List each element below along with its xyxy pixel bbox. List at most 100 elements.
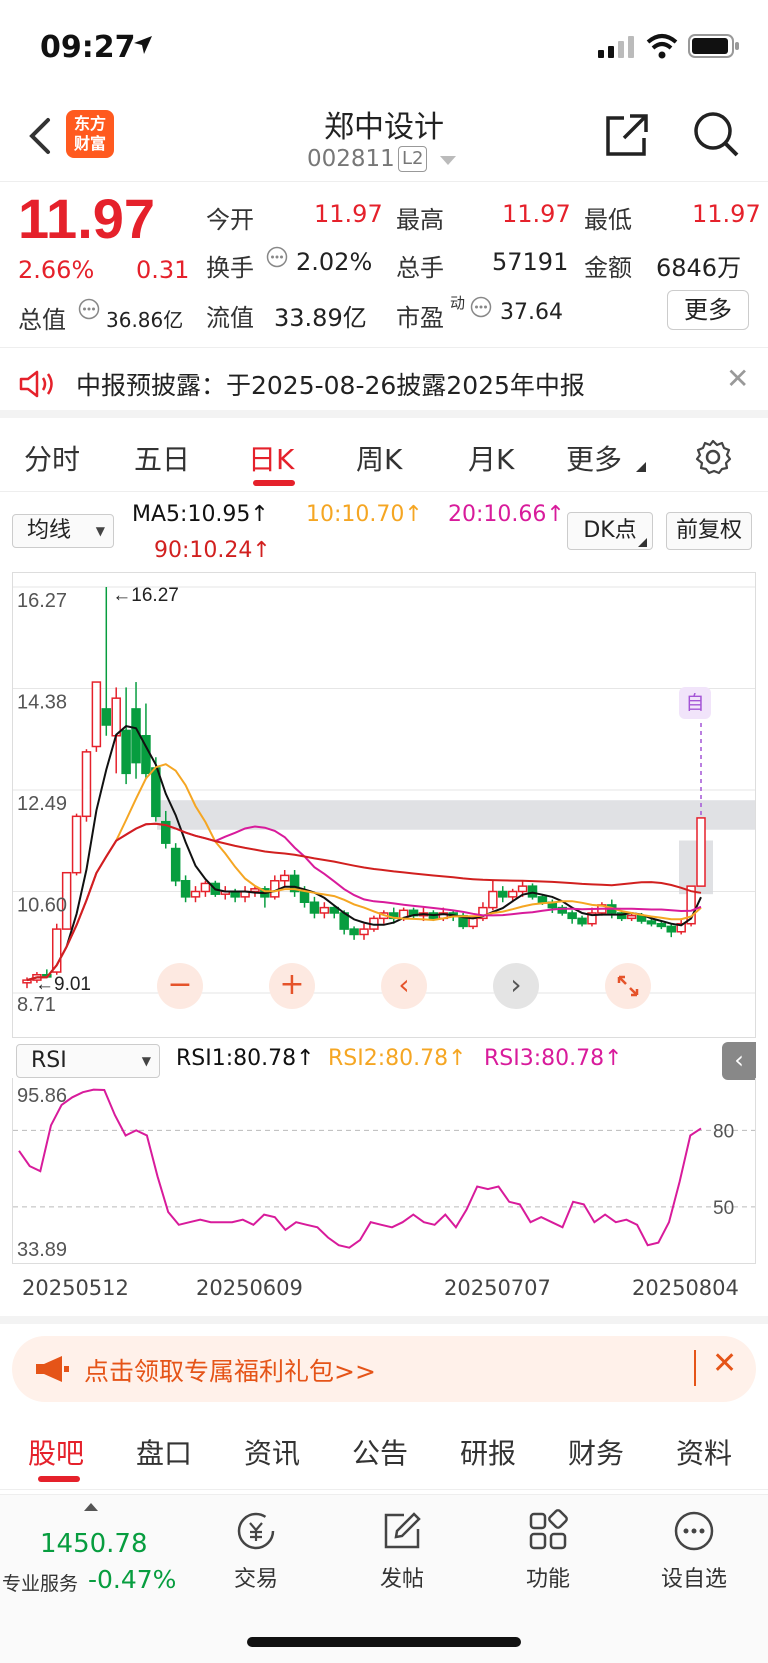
gear-icon[interactable] <box>694 438 732 476</box>
tab-announcements[interactable]: 公告 <box>352 1432 408 1472</box>
rsi2-value: RSI2:80.78↑ <box>328 1046 467 1071</box>
tab-intraday[interactable]: 分时 <box>24 438 80 478</box>
tab-research[interactable]: 研报 <box>460 1432 516 1472</box>
search-icon[interactable] <box>692 110 740 158</box>
float-cap-value: 33.89亿 <box>274 304 367 332</box>
more-caret-icon <box>636 462 646 472</box>
ma90-value: 90:10.24↑ <box>154 538 271 563</box>
date-tick: 20250804 <box>632 1276 739 1300</box>
candle-body <box>81 751 92 818</box>
low-value: 11.97 <box>692 200 761 228</box>
candle-body <box>250 888 260 893</box>
pan-left-button[interactable]: ‹ <box>381 963 427 1009</box>
collapse-panel-button[interactable]: ‹ <box>722 1042 756 1080</box>
candle-body <box>91 681 102 748</box>
candle-body <box>121 729 131 775</box>
tab-pankou[interactable]: 盘口 <box>136 1432 192 1472</box>
share-icon[interactable] <box>604 112 650 158</box>
trade-button[interactable]: 交易 <box>196 1509 316 1593</box>
level2-badge[interactable]: L2 <box>398 146 428 172</box>
y-tick-label: 12.49 <box>17 793 67 815</box>
candle-body <box>180 880 191 898</box>
candle-body <box>498 890 508 898</box>
candle-body <box>517 885 528 893</box>
turnover-value: 2.02% <box>296 248 373 276</box>
candle-body <box>279 874 290 882</box>
dropdown-caret-icon[interactable] <box>440 156 456 166</box>
rsi1-value: RSI1:80.78↑ <box>176 1046 315 1071</box>
y-tick-label: 14.38 <box>17 692 67 714</box>
tab-more[interactable]: 更多 <box>566 438 622 478</box>
tab-five-day[interactable]: 五日 <box>134 438 190 478</box>
rsi-svg[interactable]: 80 50 95.86 33.89 <box>13 1078 755 1264</box>
candle-body <box>696 817 706 887</box>
close-icon[interactable]: ✕ <box>712 1346 737 1381</box>
announcement-bar[interactable]: 中报预披露：于2025-08-26披露2025年中报 ✕ <box>0 348 768 418</box>
candle-body <box>349 928 359 936</box>
post-button[interactable]: 发帖 <box>342 1509 462 1593</box>
float-cap-label: 流值 <box>206 304 254 332</box>
index-change: -0.47% <box>88 1565 177 1594</box>
open-value: 11.97 <box>314 200 383 228</box>
tab-news[interactable]: 资讯 <box>244 1432 300 1472</box>
high-label: 最高 <box>396 206 444 234</box>
active-tab-indicator <box>253 480 295 486</box>
dk-caret-icon <box>638 538 647 547</box>
more-dots-icon <box>674 1511 714 1551</box>
info-dots-icon[interactable] <box>470 296 492 318</box>
candle-body <box>190 890 201 898</box>
candle-body <box>170 847 181 882</box>
megaphone-icon <box>36 1356 69 1382</box>
candlestick-chart[interactable]: 16.27 14.38 12.49 10.60 8.71 ←16.27 ←9.01 − + … <box>12 572 756 1038</box>
adjust-button[interactable]: 前复权 <box>666 512 752 550</box>
rsi-chart[interactable]: 80 50 95.86 33.89 <box>12 1078 756 1264</box>
amount-label: 金额 <box>584 254 632 282</box>
more-quote-button[interactable]: 更多 <box>667 290 749 330</box>
open-label: 今开 <box>206 206 254 234</box>
status-bar: 09:27 <box>0 0 768 96</box>
date-axis: 20250512 20250609 20250707 20250804 <box>0 1268 768 1308</box>
total-cap-value: 36.86亿 <box>106 308 184 332</box>
rsi-y-tick: 95.86 <box>17 1085 67 1107</box>
candle-body <box>537 896 548 903</box>
candle-body <box>468 917 478 928</box>
promo-banner[interactable]: 点击领取专属福利礼包>> ✕ <box>12 1336 756 1402</box>
rsi-legend: RSI ▼ RSI1:80.78↑ RSI2:80.78↑ RSI3:80.78↑… <box>0 1042 768 1080</box>
promo-text[interactable]: 点击领取专属福利礼包>> <box>84 1352 376 1388</box>
candle-body <box>319 906 330 914</box>
index-widget[interactable]: 1450.78 专业服务 -0.47% <box>0 1503 190 1613</box>
tab-profile[interactable]: 资料 <box>676 1432 732 1472</box>
pe-superscript: 动 <box>450 294 466 312</box>
volume-value: 57191 <box>492 248 569 276</box>
tab-daily-k[interactable]: 日K <box>248 438 294 478</box>
rsi-select[interactable]: RSI ▼ <box>16 1044 160 1078</box>
add-watchlist-button[interactable]: 设自选 <box>634 1509 754 1593</box>
low-marker: ←9.01 <box>35 974 91 995</box>
ma5-value: MA5:10.95↑ <box>132 502 269 527</box>
bottom-toolbar: 1450.78 专业服务 -0.47% 交易 发帖 功能 设自选 <box>0 1494 768 1663</box>
announcement-text[interactable]: 中报预披露：于2025-08-26披露2025年中报 <box>76 366 585 402</box>
ma-legend: 均线 ▼ MA5:10.95↑ 10:10.70↑ 20:10.66↑ 90:10… <box>0 500 768 570</box>
fullscreen-icon[interactable] <box>605 963 651 1009</box>
candle-body <box>131 708 141 764</box>
tab-guba[interactable]: 股吧 <box>28 1432 84 1472</box>
tab-finance[interactable]: 财务 <box>568 1432 624 1472</box>
indicator-select[interactable]: 均线 ▼ <box>12 514 114 548</box>
index-label: 专业服务 <box>2 1573 79 1595</box>
info-dots-icon[interactable] <box>266 246 288 268</box>
pan-right-button[interactable]: › <box>493 963 539 1009</box>
section-divider <box>0 1316 768 1324</box>
rsi-ref-label: 80 <box>713 1121 734 1142</box>
zoom-out-button[interactable]: − <box>157 963 203 1009</box>
tab-weekly-k[interactable]: 周K <box>356 438 402 478</box>
custom-marker-badge[interactable]: 自 <box>679 687 711 719</box>
function-button[interactable]: 功能 <box>488 1509 608 1593</box>
candle-body <box>626 914 637 920</box>
candle-body <box>646 920 657 925</box>
ma20-line <box>26 822 702 982</box>
info-dots-icon[interactable] <box>78 298 100 320</box>
zoom-in-button[interactable]: + <box>269 963 315 1009</box>
date-tick: 20250707 <box>444 1276 551 1300</box>
tab-monthly-k[interactable]: 月K <box>468 438 514 478</box>
close-icon[interactable]: ✕ <box>726 362 749 395</box>
